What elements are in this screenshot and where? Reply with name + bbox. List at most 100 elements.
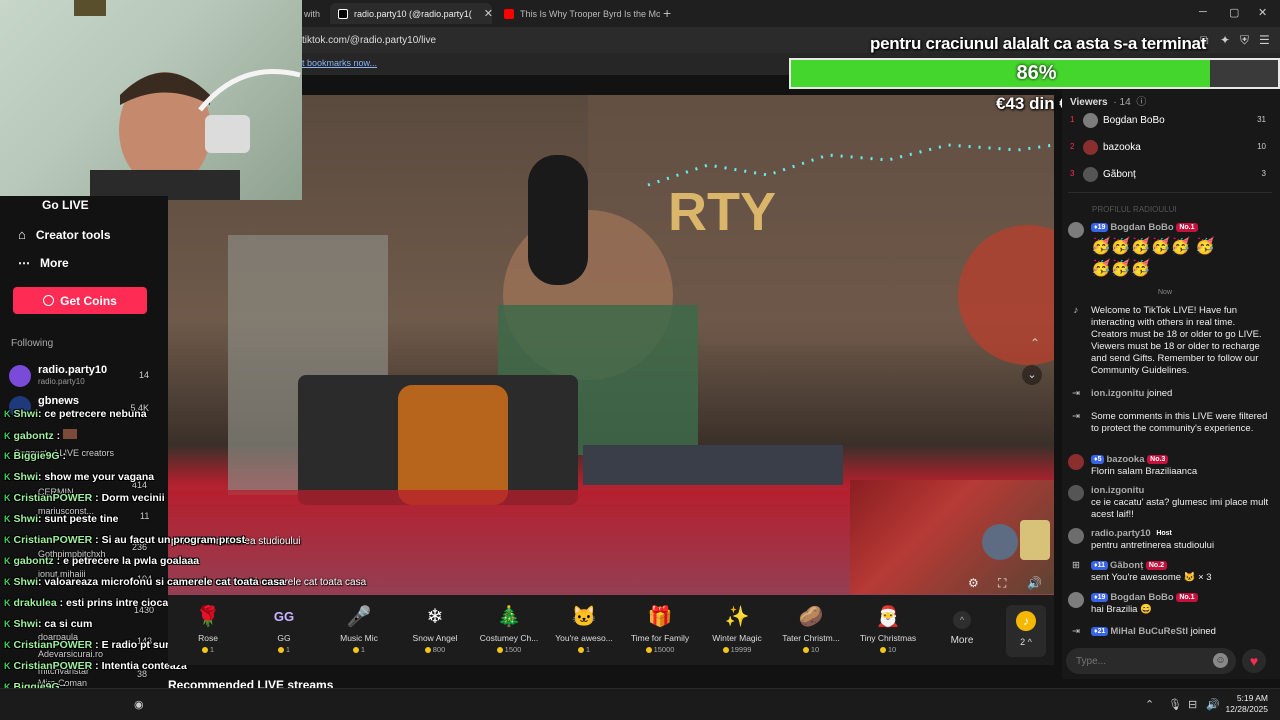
now-label: Now	[1158, 289, 1173, 296]
viewer-name: Gãbonț	[1103, 169, 1136, 180]
chevron-up-icon[interactable]: ⌃	[1030, 336, 1040, 350]
get-coins-button[interactable]: Get Coins	[13, 287, 147, 314]
gift-gg[interactable]: GG GG 1	[246, 603, 322, 655]
tab-youtube-video[interactable]: This Is Why Trooper Byrd Is the Most	[496, 3, 660, 24]
settings-icon[interactable]: ⚙	[968, 576, 979, 590]
avatar[interactable]	[1068, 528, 1084, 544]
emoji-icon[interactable]: ☺	[1213, 653, 1228, 668]
avatar[interactable]	[1068, 592, 1084, 608]
chat-user[interactable]: Bogdan BoBo	[1110, 222, 1173, 233]
viewer-rank-row[interactable]: 3 Gãbonț 3	[1070, 167, 1270, 185]
chevron-up-icon[interactable]: ⌃	[1145, 698, 1154, 711]
following-item-radio-party10[interactable]: radio.party10 radio.party10 14	[9, 364, 159, 390]
network-icon[interactable]: ⊟	[1188, 698, 1197, 711]
volume-icon[interactable]: 🔊	[1206, 698, 1220, 711]
viewer-score: 10	[1257, 142, 1266, 151]
coin-balance-button[interactable]: ♪ 2 ^	[1006, 605, 1046, 657]
gift-rose[interactable]: 🌹 Rose 1	[170, 603, 246, 655]
chat-input[interactable]	[1076, 653, 1206, 669]
menu-icon[interactable]: ☰	[1259, 33, 1270, 47]
volume-icon[interactable]: 🔊	[1027, 576, 1042, 590]
rose-icon: 🌹	[195, 605, 221, 628]
chat-user[interactable]: MiHaI BuCuReStI	[1110, 626, 1188, 637]
gift-name: You're aweso...	[555, 633, 613, 643]
chat-user[interactable]: Gãbonț	[1110, 560, 1143, 571]
following-sub: radio.party10	[38, 377, 85, 386]
url-text[interactable]: tiktok.com/@radio.party10/live	[302, 35, 436, 46]
sidebar-item-more[interactable]: ⋯ More	[18, 256, 69, 270]
tab-radio-party10[interactable]: radio.party10 (@radio.party1( ✕	[330, 3, 492, 24]
maximize-button[interactable]: ▢	[1229, 6, 1239, 19]
import-bookmarks-link[interactable]: t bookmarks now...	[302, 58, 377, 68]
clock[interactable]: 5:19 AM 12/28/2025	[1225, 693, 1268, 715]
tiktok-icon	[338, 8, 348, 19]
gift-name: GG	[277, 633, 291, 643]
viewer-rank-row[interactable]: 2 bazooka 10	[1070, 140, 1270, 158]
filter-icon: ⇥	[1072, 411, 1080, 422]
chat-message: ⇥ Some comments in this LIVE were filter…	[1068, 411, 1274, 449]
sidebar-item-label: Creator tools	[35, 227, 111, 242]
gift-tater-christmas[interactable]: 🥔 Tater Christm... 10	[773, 603, 849, 655]
overlay-chat-user: gabontz	[13, 430, 54, 442]
join-icon: ⇥	[1072, 626, 1080, 637]
sidebar-item-creator-tools[interactable]: ⌂ Creator tools	[18, 227, 111, 242]
avatar[interactable]	[1068, 485, 1084, 501]
minimize-button[interactable]: ─	[1199, 6, 1207, 18]
sidebar-item-label: Go LIVE	[42, 198, 89, 212]
picture-in-picture-video[interactable]	[850, 480, 1054, 594]
gift-music-mic[interactable]: 🎤 Music Mic 1	[321, 603, 397, 655]
close-tab-icon[interactable]: ✕	[484, 7, 492, 20]
gift-tiny-christmas[interactable]: 🎅 Tiny Christmas 10	[850, 603, 926, 655]
gift-price: 15000	[653, 645, 675, 654]
chevron-down-icon[interactable]: ⌄	[1022, 365, 1042, 385]
cat-icon: 🐱	[571, 605, 597, 628]
gift-name: Tater Christm...	[782, 633, 840, 643]
favorites-icon[interactable]: ✦	[1220, 33, 1230, 47]
chat-user[interactable]: bazooka	[1106, 454, 1144, 465]
microphone-icon[interactable]: 🎙	[1168, 698, 1182, 711]
close-window-button[interactable]: ✕	[1258, 6, 1267, 19]
family-icon: 🎁	[647, 605, 673, 628]
gift-youre-awesome[interactable]: 🐱 You're aweso... 1	[546, 603, 622, 655]
chat-user[interactable]: Bogdan BoBo	[1110, 592, 1173, 603]
more-gifts-label: More	[950, 635, 974, 646]
donation-progress-bar: 86%	[789, 58, 1280, 89]
chat-input-box[interactable]: ☺	[1066, 648, 1236, 674]
emote-icon	[63, 429, 78, 439]
gift-name: Time for Family	[630, 633, 690, 643]
coin-icon	[496, 647, 503, 654]
viewer-name: Bogdan BoBo	[1103, 115, 1165, 126]
gift-name: Tiny Christmas	[859, 633, 917, 643]
gift-snow-angel[interactable]: ❄ Snow Angel 800	[397, 603, 473, 655]
overlay-chat-line: K CristianPOWER : Si au facut un program …	[4, 534, 246, 546]
coin-icon	[645, 647, 652, 654]
viewer-rank-row[interactable]: 1 Bogdan BoBo 31	[1070, 113, 1270, 131]
more-gifts-button[interactable]: ^ More	[942, 611, 982, 646]
coin-icon	[722, 647, 729, 654]
new-tab-button[interactable]: +	[663, 5, 671, 21]
gift-winter-magic[interactable]: ✨ Winter Magic 19999	[699, 603, 775, 655]
gift-time-for-family[interactable]: 🎁 Time for Family 15000	[622, 603, 698, 655]
avatar[interactable]	[1068, 222, 1084, 238]
viewers-header[interactable]: Viewers · 14 ⓘ	[1070, 93, 1146, 108]
like-heart-button[interactable]: ♥	[1242, 649, 1266, 673]
gift-costumey-christmas[interactable]: 🎄 Costumey Ch... 1500	[471, 603, 547, 655]
shield-icon[interactable]: ⛨	[1240, 33, 1249, 48]
fullscreen-icon[interactable]: ⛶	[998, 576, 1006, 591]
chat-user[interactable]: radio.party10	[1091, 528, 1151, 539]
chat-user[interactable]: ion.izgonitu	[1091, 388, 1144, 399]
tiktok-icon: ♪	[1073, 305, 1079, 316]
avatar[interactable]	[1068, 454, 1084, 470]
sidebar-item-go-live[interactable]: Go LIVE	[18, 198, 89, 212]
chat-user[interactable]: ion.izgonitu	[1091, 485, 1144, 496]
pip-scene	[982, 520, 1050, 560]
sidebar-item-label: More	[40, 256, 69, 270]
ghost-count: 11	[140, 511, 150, 521]
ellipsis-icon: ⋯	[18, 256, 30, 270]
gift-price: 1	[585, 645, 591, 654]
chrome-taskbar-icon[interactable]: ◉	[134, 698, 144, 711]
overlay-chat-line: K CristianPOWER : Intentia conteaza	[4, 660, 187, 672]
rank-badge: No.1	[1176, 592, 1198, 602]
info-icon[interactable]: ⓘ	[1136, 97, 1146, 108]
gift-price: 19999	[730, 645, 752, 654]
